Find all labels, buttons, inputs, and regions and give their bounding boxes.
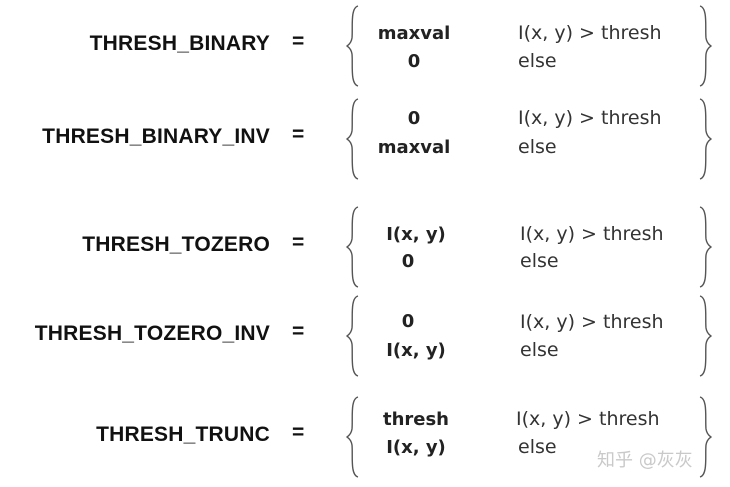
right-brace xyxy=(698,395,712,479)
case-value-bottom: 0 xyxy=(407,51,421,72)
formula-row-thresh-binary-inv: THRESH_BINARY_INV = 0 maxval I(x, y) > t… xyxy=(0,97,730,181)
case-condition-top: I(x, y) > thresh xyxy=(516,408,660,430)
case-condition-bottom: else xyxy=(518,50,557,72)
threshold-type-label: THRESH_TOZERO xyxy=(82,233,270,256)
formula-row-thresh-tozero-inv: THRESH_TOZERO_INV = 0 I(x, y) I(x, y) > … xyxy=(0,294,730,378)
equals-sign: = xyxy=(292,231,305,254)
right-brace xyxy=(698,294,712,378)
threshold-type-label: THRESH_TRUNC xyxy=(96,423,270,446)
watermark: 知乎 @灰灰 xyxy=(597,450,693,471)
equals-sign: = xyxy=(292,123,305,146)
case-condition-bottom: else xyxy=(518,436,557,458)
case-condition-top: I(x, y) > thresh xyxy=(520,311,664,333)
formula-row-thresh-binary: THRESH_BINARY = maxval 0 I(x, y) > thres… xyxy=(0,4,730,88)
case-value-top: maxval xyxy=(377,23,451,44)
threshold-type-label: THRESH_TOZERO_INV xyxy=(34,322,270,345)
threshold-type-label: THRESH_BINARY xyxy=(89,32,270,55)
case-value-bottom: 0 xyxy=(401,251,415,272)
equals-sign: = xyxy=(292,30,305,53)
left-brace xyxy=(346,294,360,378)
right-brace xyxy=(698,4,712,88)
threshold-type-label: THRESH_BINARY_INV xyxy=(42,125,270,148)
case-value-bottom: I(x, y) xyxy=(386,340,446,361)
equals-sign: = xyxy=(292,320,305,343)
case-condition-top: I(x, y) > thresh xyxy=(518,22,662,44)
case-value-top: 0 xyxy=(401,311,415,332)
case-value-bottom: maxval xyxy=(377,137,451,158)
right-brace xyxy=(698,97,712,181)
case-condition-bottom: else xyxy=(520,339,559,361)
case-value-bottom: I(x, y) xyxy=(386,437,446,458)
case-value-top: 0 xyxy=(407,108,421,129)
right-brace xyxy=(698,205,712,289)
case-condition-top: I(x, y) > thresh xyxy=(518,107,662,129)
case-value-top: I(x, y) xyxy=(386,224,446,245)
equals-sign: = xyxy=(292,421,305,444)
case-value-top: thresh xyxy=(382,409,450,430)
left-brace xyxy=(346,205,360,289)
formula-row-thresh-tozero: THRESH_TOZERO = I(x, y) 0 I(x, y) > thre… xyxy=(0,205,730,289)
left-brace xyxy=(346,4,360,88)
case-condition-top: I(x, y) > thresh xyxy=(520,223,664,245)
case-condition-bottom: else xyxy=(518,136,557,158)
case-condition-bottom: else xyxy=(520,250,559,272)
